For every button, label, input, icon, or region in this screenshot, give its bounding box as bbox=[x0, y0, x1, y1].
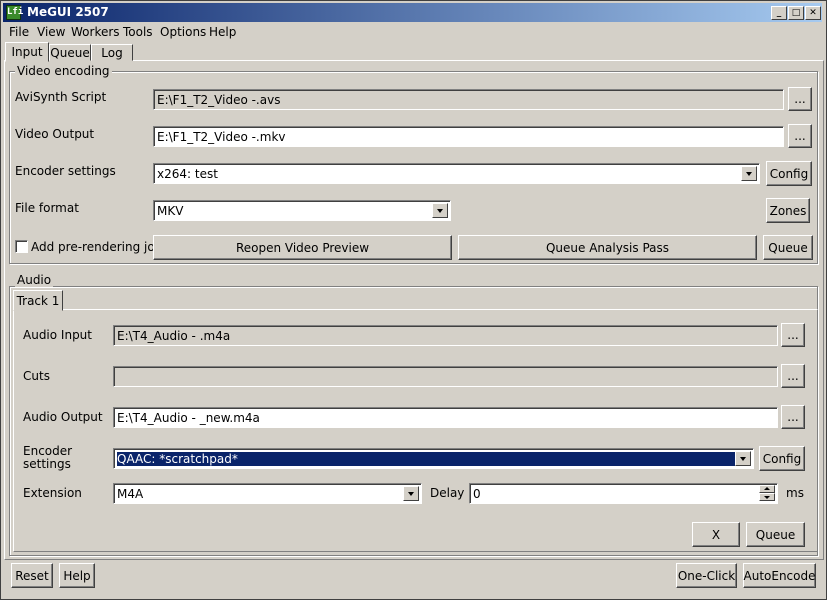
spin-down-icon[interactable] bbox=[759, 493, 775, 501]
audio-encoder-settings-label: Encoder settings bbox=[23, 445, 72, 471]
menu-bar: File View Workers Tools Options Help bbox=[3, 23, 822, 41]
audio-input-label: Audio Input bbox=[23, 328, 92, 342]
cuts-field[interactable] bbox=[113, 366, 778, 387]
avisynth-script-field[interactable]: E:\F1_T2_Video -.avs bbox=[153, 89, 784, 110]
menu-help[interactable]: Help bbox=[209, 25, 236, 39]
audio-queue-button[interactable]: Queue bbox=[746, 522, 805, 547]
video-config-button[interactable]: Config bbox=[766, 161, 812, 186]
help-button[interactable]: Help bbox=[59, 563, 95, 588]
tab-input[interactable]: Input bbox=[5, 42, 49, 62]
file-format-value: MKV bbox=[157, 204, 184, 218]
extension-label: Extension bbox=[23, 486, 82, 500]
reset-button[interactable]: Reset bbox=[11, 563, 53, 588]
audio-encoder-dropdown[interactable]: QAAC: *scratchpad* bbox=[113, 448, 754, 469]
remove-track-button[interactable]: X bbox=[692, 522, 740, 547]
audio-encoder-value: QAAC: *scratchpad* bbox=[117, 452, 735, 466]
title-bar[interactable]: Lfi MeGUI 2507 _ □ ✕ bbox=[3, 3, 822, 22]
extension-value: M4A bbox=[117, 487, 144, 501]
delay-unit-label: ms bbox=[786, 486, 804, 500]
audio-config-button[interactable]: Config bbox=[759, 446, 805, 471]
queue-analysis-pass-button[interactable]: Queue Analysis Pass bbox=[458, 235, 757, 260]
spin-up-icon[interactable] bbox=[759, 485, 775, 493]
chevron-down-icon[interactable] bbox=[403, 486, 419, 501]
cuts-browse-button[interactable]: ... bbox=[781, 364, 805, 388]
video-encoder-value: x264: test bbox=[157, 167, 218, 181]
audio-legend: Audio bbox=[15, 273, 54, 287]
menu-workers[interactable]: Workers bbox=[71, 25, 120, 39]
chevron-down-icon[interactable] bbox=[432, 203, 448, 218]
zones-button[interactable]: Zones bbox=[766, 198, 810, 223]
audio-output-field[interactable]: E:\T4_Audio - _new.m4a bbox=[113, 407, 778, 428]
megui-app-icon: Lfi bbox=[6, 5, 23, 20]
window-title: MeGUI 2507 bbox=[27, 5, 109, 19]
audio-output-browse-button[interactable]: ... bbox=[781, 405, 805, 429]
menu-file[interactable]: File bbox=[9, 25, 29, 39]
maximize-button[interactable]: □ bbox=[788, 6, 804, 20]
extension-dropdown[interactable]: M4A bbox=[113, 483, 422, 504]
delay-stepper[interactable]: 0 bbox=[469, 483, 778, 504]
video-queue-button[interactable]: Queue bbox=[763, 235, 813, 260]
file-format-label: File format bbox=[15, 201, 79, 215]
delay-label: Delay bbox=[430, 486, 465, 500]
reopen-video-preview-button[interactable]: Reopen Video Preview bbox=[153, 235, 452, 260]
video-encoder-settings-label: Encoder settings bbox=[15, 164, 116, 178]
menu-tools[interactable]: Tools bbox=[123, 25, 153, 39]
audio-output-label: Audio Output bbox=[23, 410, 103, 424]
tab-track-1[interactable]: Track 1 bbox=[13, 290, 63, 311]
chevron-down-icon[interactable] bbox=[735, 451, 751, 466]
video-encoding-legend: Video encoding bbox=[15, 64, 112, 78]
video-output-label: Video Output bbox=[15, 127, 95, 141]
delay-value: 0 bbox=[473, 487, 481, 501]
cuts-label: Cuts bbox=[23, 369, 50, 383]
prerender-checkbox[interactable] bbox=[15, 240, 28, 253]
video-encoder-dropdown[interactable]: x264: test bbox=[153, 163, 760, 184]
menu-options[interactable]: Options bbox=[160, 25, 206, 39]
video-output-browse-button[interactable]: ... bbox=[788, 124, 812, 148]
minimize-button[interactable]: _ bbox=[771, 6, 787, 20]
audio-input-browse-button[interactable]: ... bbox=[781, 323, 805, 347]
audio-input-field[interactable]: E:\T4_Audio - .m4a bbox=[113, 325, 778, 346]
one-click-button[interactable]: One-Click bbox=[676, 563, 737, 588]
close-button[interactable]: ✕ bbox=[805, 6, 821, 20]
menu-view[interactable]: View bbox=[37, 25, 65, 39]
autoencode-button[interactable]: AutoEncode bbox=[743, 563, 816, 588]
file-format-dropdown[interactable]: MKV bbox=[153, 200, 451, 221]
avisynth-script-label: AviSynth Script bbox=[15, 90, 107, 104]
prerender-label: Add pre-rendering job bbox=[31, 240, 163, 254]
avisynth-browse-button[interactable]: ... bbox=[788, 87, 812, 111]
video-output-field[interactable]: E:\F1_T2_Video -.mkv bbox=[153, 126, 784, 147]
tab-queue[interactable]: Queue bbox=[49, 44, 91, 61]
encoder-label-line2: settings bbox=[23, 457, 71, 471]
tab-log[interactable]: Log bbox=[91, 44, 133, 61]
chevron-down-icon[interactable] bbox=[741, 166, 757, 181]
